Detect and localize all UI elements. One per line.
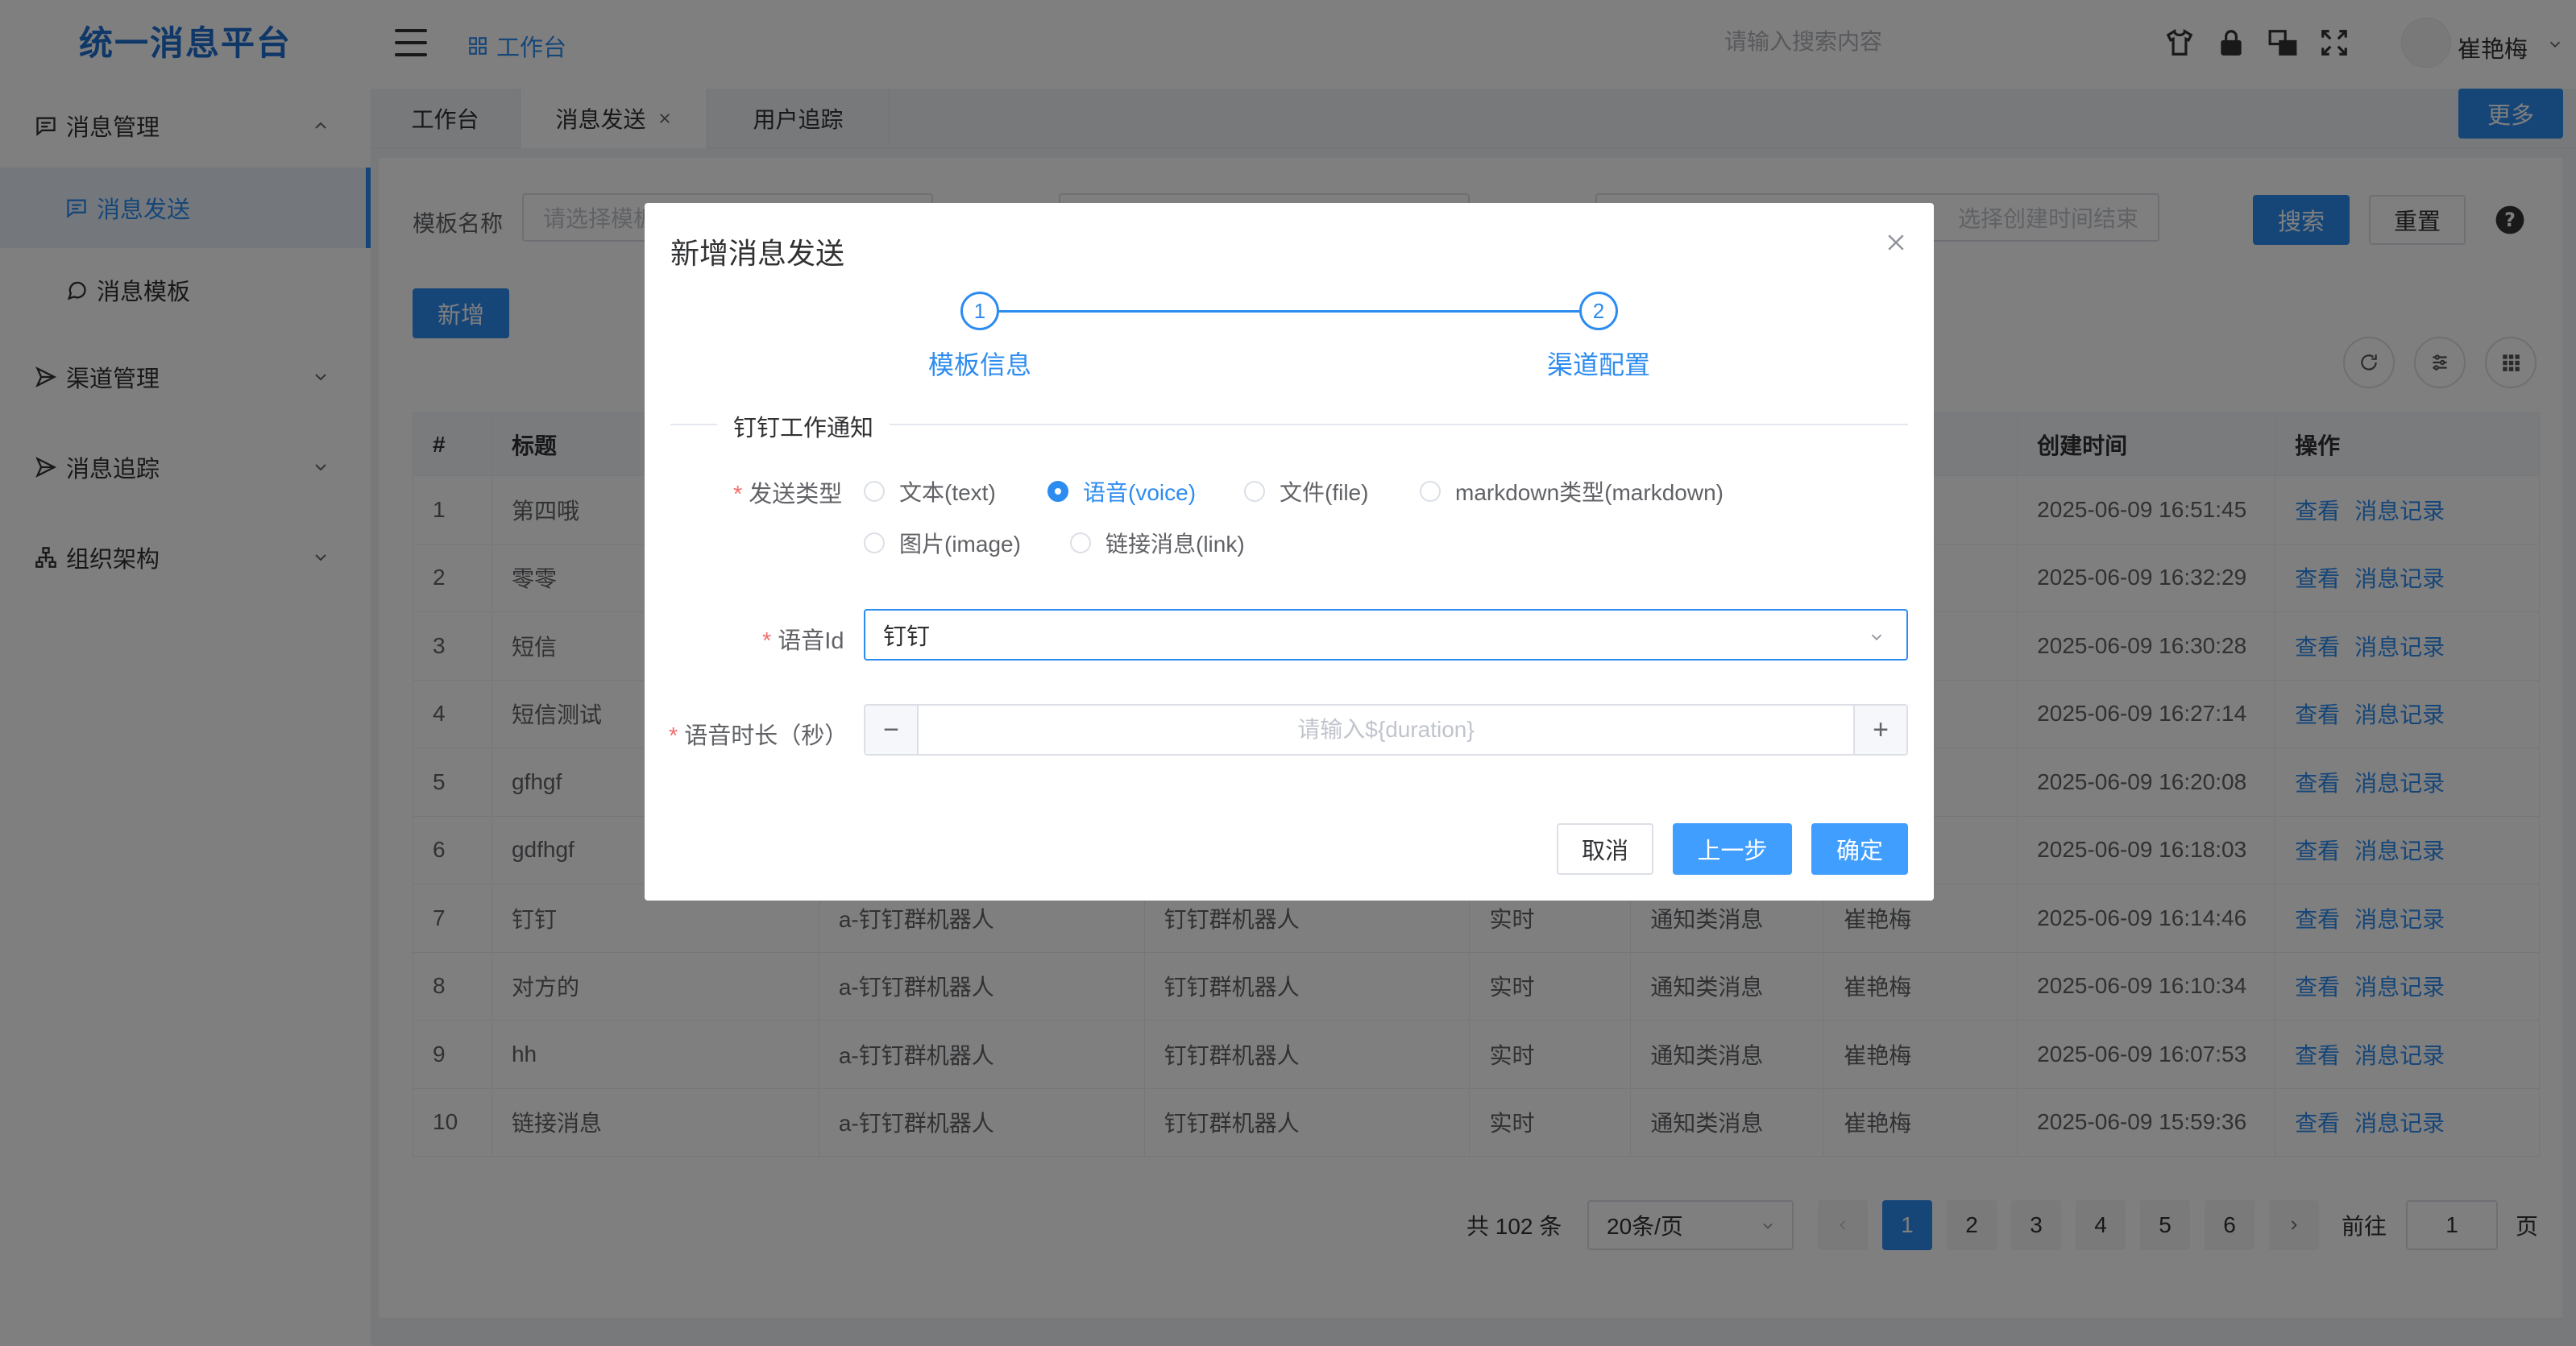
radio-label: 文本(text)	[899, 480, 996, 505]
confirm-button[interactable]: 确定	[1811, 823, 1908, 875]
step-2-label: 渠道配置	[1547, 350, 1651, 379]
voice-id-value: 钉钉	[883, 624, 931, 650]
decrement-button[interactable]: −	[865, 706, 919, 754]
step-1-label: 模板信息	[928, 350, 1032, 379]
section-title: 钉钉工作通知	[717, 409, 890, 443]
radio-label: 文件(file)	[1280, 480, 1369, 505]
chevron-down-icon	[1871, 634, 1882, 641]
radio-label: markdown类型(markdown)	[1455, 480, 1724, 505]
radio-label: 图片(image)	[899, 532, 1021, 557]
radio-file[interactable]: 文件(file)	[1244, 475, 1368, 507]
radio-label: 语音(voice)	[1083, 480, 1197, 505]
duration-label: * 语音时长（秒）	[669, 723, 848, 749]
previous-step-button[interactable]: 上一步	[1673, 823, 1792, 875]
radio-image[interactable]: 图片(image)	[864, 527, 1021, 559]
voice-id-label: * 语音Id	[762, 628, 844, 654]
step-1-circle: 1	[960, 292, 999, 330]
add-message-dialog: 新增消息发送 1 2 模板信息 渠道配置 钉钉工作通知 * 发送类型 文本(tex…	[645, 203, 1934, 901]
increment-button[interactable]: +	[1853, 706, 1906, 754]
radio-voice[interactable]: 语音(voice)	[1047, 475, 1196, 507]
dialog-title: 新增消息发送	[670, 237, 845, 270]
voice-id-select[interactable]: 钉钉	[864, 609, 1908, 661]
steps-connector	[999, 310, 1584, 313]
radio-label: 链接消息(link)	[1105, 532, 1245, 557]
close-icon[interactable]	[1884, 230, 1908, 255]
step-2-circle: 2	[1579, 292, 1618, 330]
radio-link[interactable]: 链接消息(link)	[1070, 527, 1245, 559]
radio-text[interactable]: 文本(text)	[864, 475, 996, 507]
duration-input[interactable]	[919, 706, 1853, 754]
radio-markdown[interactable]: markdown类型(markdown)	[1420, 475, 1724, 507]
cancel-button[interactable]: 取消	[1557, 823, 1653, 875]
send-type-label: * 发送类型	[733, 482, 843, 507]
duration-stepper: − +	[864, 704, 1908, 756]
